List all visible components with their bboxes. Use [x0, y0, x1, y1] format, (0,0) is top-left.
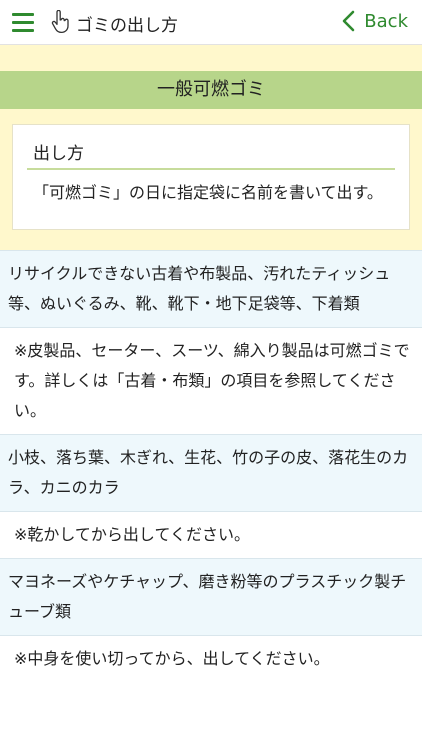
page-title: ゴミの出し方 — [76, 16, 178, 36]
app-header: ゴミの出し方 Back — [0, 0, 422, 45]
note-row: ※中身を使い切ってから、出してください。 — [0, 635, 422, 682]
category-panel: 一般可燃ゴミ 出し方 「可燃ゴミ」の日に指定袋に名前を書いて出す。 — [0, 45, 422, 250]
hand-pointer-icon — [51, 10, 69, 34]
item-row: マヨネーズやケチャップ、磨き粉等のプラスチック製チューブ類 — [0, 558, 422, 635]
card-text: 「可燃ゴミ」の日に指定袋に名前を書いて出す。 — [33, 183, 383, 202]
card-heading: 出し方 — [27, 137, 395, 170]
disposal-method-card: 出し方 「可燃ゴミ」の日に指定袋に名前を書いて出す。 — [12, 124, 410, 230]
chevron-left-icon — [342, 10, 355, 32]
back-label: Back — [364, 10, 408, 32]
menu-icon[interactable] — [12, 13, 34, 33]
section-title: 一般可燃ゴミ — [0, 71, 422, 109]
item-row: 小枝、落ち葉、木ぎれ、生花、竹の子の皮、落花生のカラ、カニのカラ — [0, 434, 422, 511]
note-row: ※皮製品、セーター、スーツ、綿入り製品は可燃ゴミです。詳しくは「古着・布類」の項… — [0, 327, 422, 434]
back-button[interactable]: Back — [340, 10, 408, 32]
item-row: リサイクルできない古着や布製品、汚れたティッシュ等、ぬいぐるみ、靴、靴下・地下足… — [0, 250, 422, 327]
item-list: リサイクルできない古着や布製品、汚れたティッシュ等、ぬいぐるみ、靴、靴下・地下足… — [0, 250, 422, 682]
note-row: ※乾かしてから出してください。 — [0, 511, 422, 558]
